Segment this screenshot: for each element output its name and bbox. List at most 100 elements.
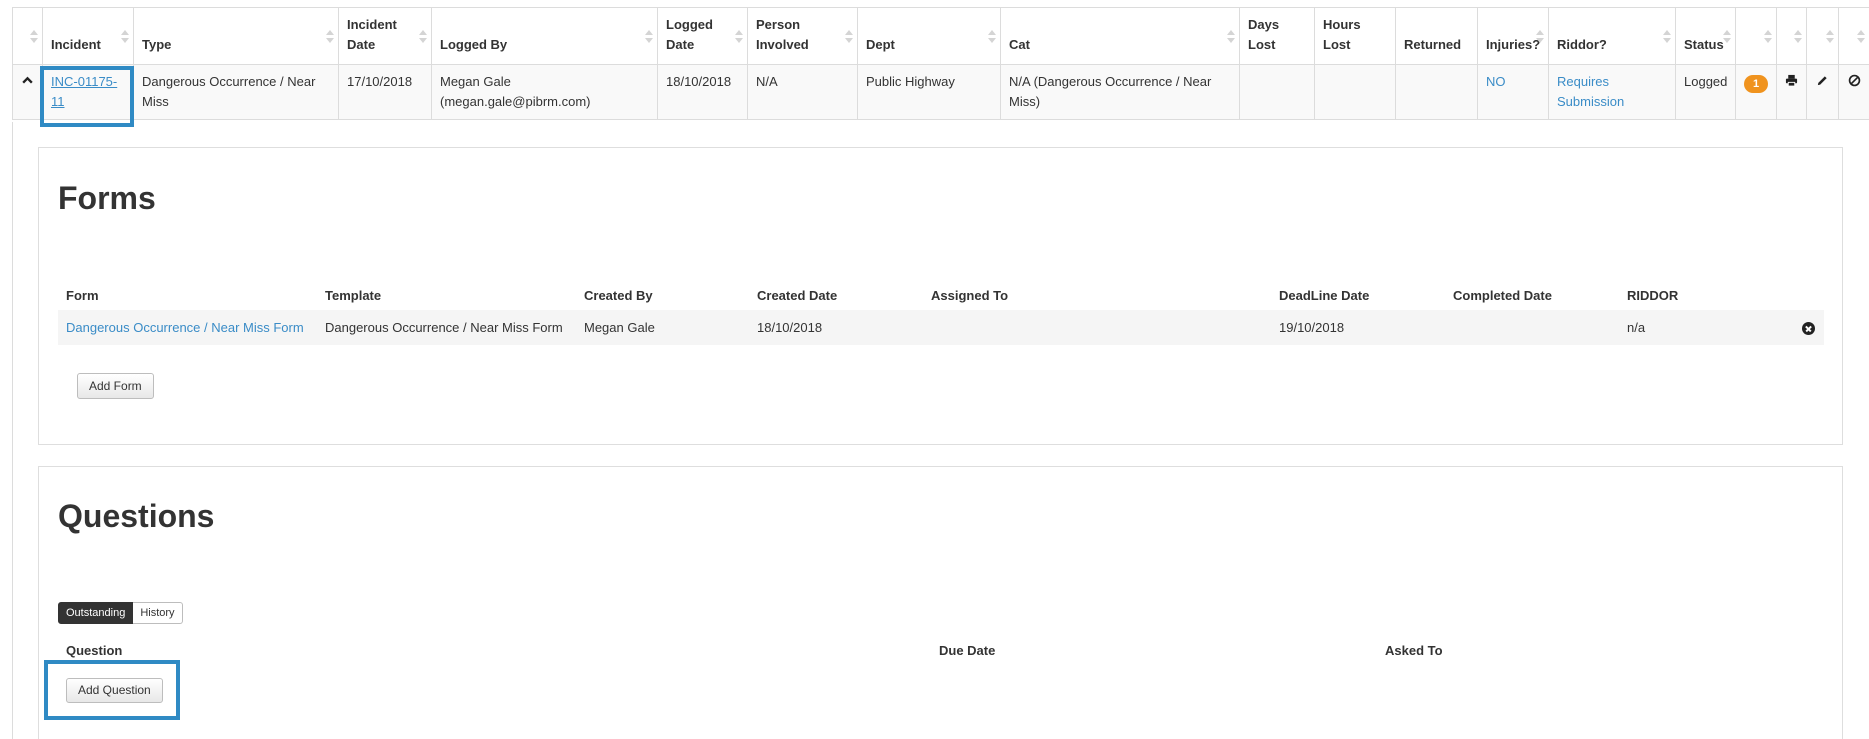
column-header-print[interactable] (1776, 7, 1807, 65)
sort-icon[interactable] (645, 30, 653, 44)
sort-icon[interactable] (1227, 30, 1235, 44)
column-header-incident[interactable]: Incident (42, 7, 134, 65)
deadline-date-cell: 19/10/2018 (1271, 310, 1445, 345)
column-header-expand[interactable] (12, 7, 43, 65)
forms-header-created-date: Created Date (757, 287, 838, 303)
add-form-button[interactable]: Add Form (77, 373, 154, 399)
column-header-days-lost[interactable]: Days Lost (1239, 7, 1315, 65)
riddor-link[interactable]: Requires Submission (1557, 74, 1624, 109)
sort-icon[interactable] (1826, 30, 1834, 44)
forms-header-riddor: RIDDOR (1627, 287, 1679, 303)
forms-header-row: Form Template Created By Created Date As… (58, 280, 1824, 310)
sort-icon[interactable] (121, 30, 129, 44)
column-header-type[interactable]: Type (133, 7, 339, 65)
forms-panel: Forms Form Template Created By Created D… (38, 147, 1843, 445)
logged-by-cell: Megan Gale (megan.gale@pibrm.com) (431, 64, 658, 120)
add-question-button[interactable]: Add Question (66, 678, 163, 703)
sort-icon[interactable] (1663, 30, 1671, 44)
riddor-cell: n/a (1619, 310, 1794, 345)
incident-id-cell: INC-01175-11 (42, 64, 134, 120)
questions-header-question: Question (66, 643, 123, 658)
badge-cell: 1 (1735, 64, 1777, 120)
questions-panel: Questions Outstanding History Question D… (38, 466, 1843, 739)
forms-header-template: Template (325, 287, 382, 303)
logged-date-cell: 18/10/2018 (657, 64, 748, 120)
column-header-returned[interactable]: Returned (1395, 7, 1478, 65)
chevron-up-icon[interactable] (21, 74, 34, 87)
incident-id-link[interactable]: INC-01175-11 (51, 74, 117, 109)
sort-icon[interactable] (735, 30, 743, 44)
forms-title: Forms (58, 180, 156, 216)
type-cell: Dangerous Occurrence / Near Miss (133, 64, 339, 120)
column-header-hours-lost[interactable]: Hours Lost (1314, 7, 1396, 65)
column-header-dept[interactable]: Dept (857, 7, 1001, 65)
dept-cell: Public Highway (857, 64, 1001, 120)
remove-circle-icon[interactable] (1802, 322, 1815, 335)
print-cell[interactable] (1776, 64, 1807, 120)
questions-title: Questions (58, 498, 215, 534)
column-header-person-involved[interactable]: Person Involved (747, 7, 858, 65)
forms-header-completed-date: Completed Date (1453, 287, 1552, 303)
pencil-icon[interactable] (1816, 74, 1829, 87)
sort-icon[interactable] (1723, 30, 1731, 44)
left-border-line (12, 122, 13, 739)
form-cell: Dangerous Occurrence / Near Miss Form (58, 310, 317, 345)
form-link[interactable]: Dangerous Occurrence / Near Miss Form (66, 320, 304, 335)
cat-cell: N/A (Dangerous Occurrence / Near Miss) (1000, 64, 1240, 120)
incident-date-cell: 17/10/2018 (338, 64, 432, 120)
notification-badge[interactable]: 1 (1744, 75, 1768, 93)
ban-icon[interactable] (1848, 74, 1861, 87)
sort-icon[interactable] (1794, 30, 1802, 44)
column-header-status[interactable]: Status (1675, 7, 1736, 65)
injuries-cell: NO (1477, 64, 1549, 120)
sort-icon[interactable] (845, 30, 853, 44)
sort-icon[interactable] (1857, 30, 1865, 44)
tab-outstanding[interactable]: Outstanding (58, 602, 134, 624)
hours-lost-cell (1314, 64, 1396, 120)
tab-history[interactable]: History (133, 602, 183, 624)
column-header-badge[interactable] (1735, 7, 1777, 65)
questions-tab-group: Outstanding History (58, 602, 183, 624)
column-header-cancel[interactable] (1838, 7, 1869, 65)
column-header-edit[interactable] (1806, 7, 1839, 65)
questions-header-due-date: Due Date (939, 643, 996, 658)
days-lost-cell (1239, 64, 1315, 120)
column-header-cat[interactable]: Cat (1000, 7, 1240, 65)
forms-header-created-by: Created By (584, 287, 653, 303)
column-header-incident-date[interactable]: Incident Date (338, 7, 432, 65)
cancel-cell[interactable] (1838, 64, 1869, 120)
forms-header-deadline-date: DeadLine Date (1279, 287, 1370, 303)
questions-header-asked-to: Asked To (1385, 643, 1443, 658)
sort-icon[interactable] (30, 30, 38, 44)
incident-table-header-row: Incident Type Incident Date Logged By Lo… (12, 7, 1869, 65)
assigned-to-cell (923, 310, 1271, 345)
person-involved-cell: N/A (747, 64, 858, 120)
created-by-cell: Megan Gale (576, 310, 749, 345)
forms-header-actions (1794, 280, 1824, 310)
created-date-cell: 18/10/2018 (749, 310, 923, 345)
expand-cell[interactable] (12, 64, 43, 120)
sort-icon[interactable] (419, 30, 427, 44)
injuries-link[interactable]: NO (1486, 74, 1506, 89)
column-header-riddor[interactable]: Riddor? (1548, 7, 1676, 65)
incident-table: Incident Type Incident Date Logged By Lo… (12, 7, 1869, 120)
forms-header-assigned-to: Assigned To (931, 287, 1009, 303)
completed-date-cell (1445, 310, 1619, 345)
column-header-logged-date[interactable]: Logged Date (657, 7, 748, 65)
forms-table: Form Template Created By Created Date As… (58, 280, 1824, 345)
sort-icon[interactable] (326, 30, 334, 44)
incident-row: INC-01175-11 Dangerous Occurrence / Near… (12, 64, 1869, 120)
riddor-cell: Requires Submission (1548, 64, 1676, 120)
sort-icon[interactable] (1764, 30, 1772, 44)
table-row: Dangerous Occurrence / Near Miss Form Da… (58, 310, 1824, 345)
status-cell: Logged (1675, 64, 1736, 120)
edit-cell[interactable] (1806, 64, 1839, 120)
remove-cell[interactable] (1794, 310, 1824, 345)
column-header-injuries[interactable]: Injuries? (1477, 7, 1549, 65)
sort-icon[interactable] (1536, 30, 1544, 44)
returned-cell (1395, 64, 1478, 120)
forms-header-form: Form (66, 287, 99, 303)
print-icon[interactable] (1785, 74, 1798, 87)
sort-icon[interactable] (988, 30, 996, 44)
column-header-logged-by[interactable]: Logged By (431, 7, 658, 65)
